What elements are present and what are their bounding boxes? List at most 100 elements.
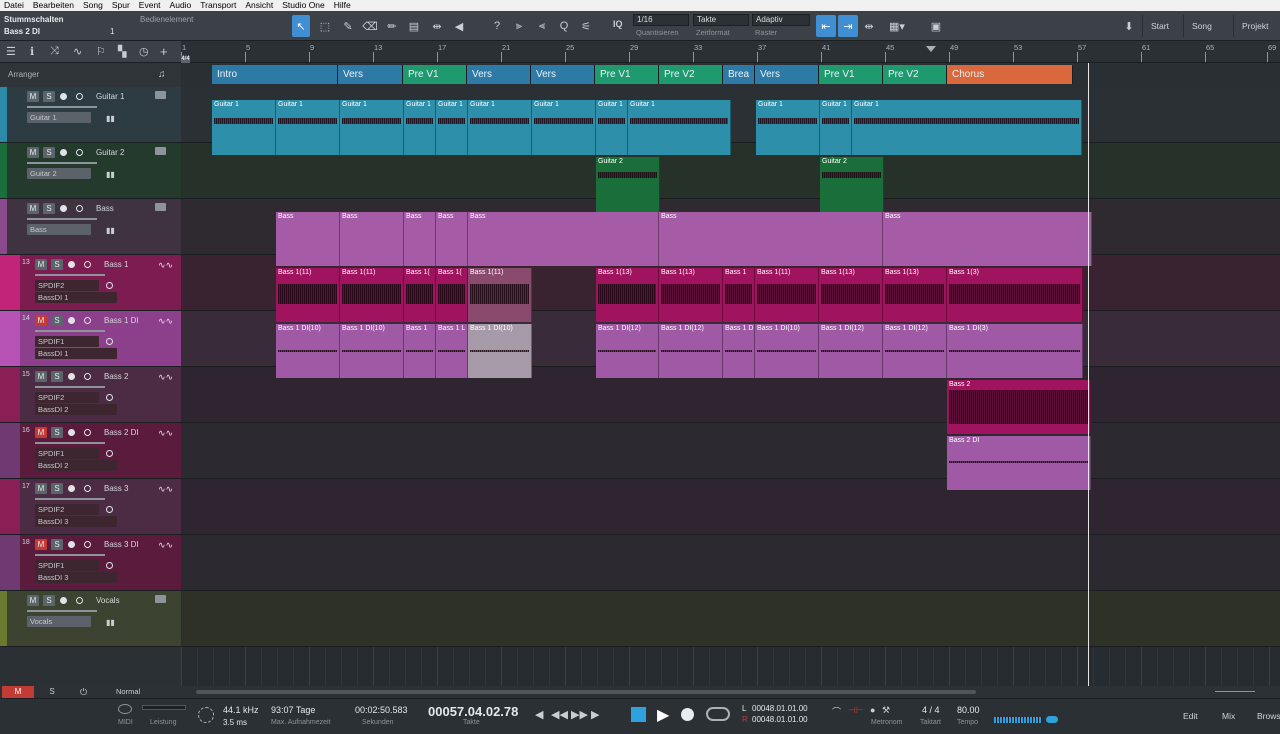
view-mix-button[interactable]: Mix bbox=[1222, 711, 1235, 721]
output-select[interactable]: BassDI 3 bbox=[35, 516, 117, 527]
solo-button[interactable]: S bbox=[51, 539, 63, 550]
paint-tool-icon[interactable]: ✏ bbox=[383, 15, 401, 37]
tempo-icon[interactable]: ◷ bbox=[139, 45, 149, 58]
audio-event[interactable]: Bass 1 DI(12) bbox=[883, 324, 947, 378]
time-bars[interactable]: 00057.04.02.78 bbox=[428, 704, 518, 719]
audio-event[interactable]: Bass bbox=[883, 212, 1092, 266]
input-select[interactable]: SPDIF1 bbox=[35, 560, 99, 571]
record-arm-icon[interactable] bbox=[68, 429, 75, 436]
arranger-section[interactable]: Pre V2 bbox=[883, 65, 947, 84]
eraser-tool-icon[interactable]: ⌫ bbox=[361, 15, 379, 37]
track-header[interactable]: M S Guitar 2 Guitar 2 ▮▮ bbox=[0, 143, 181, 199]
audio-event[interactable]: Guitar 1 bbox=[628, 100, 731, 155]
list-icon[interactable]: ☰ bbox=[6, 45, 16, 58]
folder-icon[interactable] bbox=[155, 203, 166, 211]
output-select[interactable]: BassDI 3 bbox=[35, 572, 117, 583]
bend-tool-icon[interactable]: ⇹ bbox=[428, 15, 446, 37]
input-select[interactable]: Guitar 1 bbox=[27, 112, 91, 123]
audio-event[interactable]: Bass 1 DI(12) bbox=[819, 324, 883, 378]
audio-event[interactable]: Guitar 2 bbox=[596, 157, 660, 212]
audio-event[interactable]: Bass 1 L bbox=[436, 324, 468, 378]
audio-event[interactable]: Bass bbox=[436, 212, 468, 266]
monitor-icon[interactable] bbox=[84, 373, 91, 380]
input-monitor-icon[interactable] bbox=[106, 562, 113, 569]
metronome-icon[interactable]: ● bbox=[870, 705, 875, 715]
track-header[interactable]: M S Vocals Vocals ▮▮ bbox=[0, 591, 181, 647]
audio-event[interactable]: Guitar 1 bbox=[820, 100, 852, 155]
timeline-ruler[interactable]: 1 5 9 13 17 21 25 29 33 37 41 45 49 53 57 61 65 69 bbox=[181, 41, 1280, 63]
audio-event[interactable]: Bass 1(3) bbox=[947, 268, 1083, 322]
sync-icon[interactable] bbox=[198, 707, 214, 723]
volume-fader[interactable] bbox=[35, 498, 105, 500]
monitor-icon[interactable] bbox=[84, 541, 91, 548]
audio-event[interactable]: Bass bbox=[276, 212, 340, 266]
track-name[interactable]: Bass 1 bbox=[104, 260, 128, 269]
arranger-section[interactable]: Pre V1 bbox=[595, 65, 659, 84]
mute-button[interactable]: M bbox=[35, 427, 47, 438]
audio-event[interactable]: Bass 1( bbox=[436, 268, 468, 322]
record-arm-icon[interactable] bbox=[68, 373, 75, 380]
tab-projekt[interactable]: Projekt bbox=[1233, 15, 1276, 37]
mute-button[interactable]: M bbox=[35, 371, 47, 382]
solo-button[interactable]: S bbox=[51, 259, 63, 270]
audio-event[interactable]: Bass 1(13) bbox=[819, 268, 883, 322]
snap-grid-icon[interactable]: ⇥ bbox=[838, 15, 858, 37]
arranger-section[interactable]: Intro bbox=[212, 65, 338, 84]
track-name[interactable]: Bass 2 DI bbox=[104, 428, 139, 437]
tab-start[interactable]: Start bbox=[1142, 15, 1177, 37]
waveform-icon[interactable]: ∿∿ bbox=[158, 540, 173, 551]
audio-event[interactable]: Guitar 1 bbox=[468, 100, 532, 155]
record-arm-icon[interactable] bbox=[68, 485, 75, 492]
go-to-end-icon[interactable]: ▶ bbox=[591, 708, 599, 721]
track-header[interactable]: 17 M S Bass 3 ∿∿ SPDIF2 BassDI 3 bbox=[0, 479, 181, 535]
zoom-icon[interactable]: Q bbox=[555, 15, 573, 37]
play-button[interactable]: ▶ bbox=[657, 705, 669, 725]
mute-button[interactable]: M bbox=[27, 147, 39, 158]
audio-event[interactable]: Bass 1 DI(10) bbox=[340, 324, 404, 378]
download-icon[interactable]: ⬇ bbox=[1120, 15, 1138, 37]
stop-button[interactable] bbox=[631, 707, 646, 722]
record-arm-icon[interactable] bbox=[60, 205, 67, 212]
volume-fader[interactable] bbox=[27, 162, 97, 164]
time-signature[interactable]: 4 / 4 bbox=[922, 705, 940, 715]
audio-event[interactable]: Bass 1(11) bbox=[468, 268, 532, 322]
arranger-section[interactable]: Vers bbox=[531, 65, 595, 84]
record-arm-icon[interactable] bbox=[60, 149, 67, 156]
audio-event[interactable]: Bass 1 DI(3) bbox=[947, 324, 1083, 378]
solo-button[interactable]: S bbox=[51, 315, 63, 326]
arranger-section[interactable]: Pre V2 bbox=[659, 65, 723, 84]
chord-icon[interactable]: ▚ bbox=[118, 45, 126, 58]
record-arm-icon[interactable] bbox=[68, 317, 75, 324]
track-name[interactable]: Guitar 2 bbox=[96, 148, 124, 157]
marker-icon[interactable]: ⚐ bbox=[96, 45, 106, 58]
track-name[interactable]: Vocals bbox=[96, 596, 120, 605]
volume-fader[interactable] bbox=[35, 274, 105, 276]
iq-label[interactable]: IQ bbox=[613, 19, 623, 29]
audio-event[interactable]: Bass 1 DI(10) bbox=[468, 324, 532, 378]
layout-icon[interactable]: ▦▾ bbox=[884, 15, 910, 37]
view-browse-button[interactable]: Browse bbox=[1257, 711, 1280, 721]
precount-icon[interactable]: ⌒ bbox=[832, 705, 841, 718]
rewind-icon[interactable]: ◀◀ bbox=[551, 708, 568, 721]
menu-item[interactable]: Transport bbox=[200, 0, 236, 11]
audio-event[interactable]: Bass bbox=[468, 212, 659, 266]
track-lane[interactable] bbox=[181, 535, 1280, 591]
volume-fader[interactable] bbox=[35, 386, 105, 388]
monitor-icon[interactable] bbox=[76, 205, 83, 212]
input-monitor-icon[interactable] bbox=[106, 282, 113, 289]
track-header[interactable]: M S Bass Bass ▮▮ bbox=[0, 199, 181, 255]
solo-button[interactable]: S bbox=[43, 91, 55, 102]
automation-icon[interactable]: ⤨ bbox=[50, 45, 59, 58]
input-select[interactable]: Guitar 2 bbox=[27, 168, 91, 179]
record-arm-icon[interactable] bbox=[60, 93, 67, 100]
folder-icon[interactable] bbox=[155, 147, 166, 155]
input-select[interactable]: SPDIF2 bbox=[35, 504, 99, 515]
track-lanes[interactable]: Guitar 1 Guitar 1 Guitar 1 Guitar 1 Guitar 1… bbox=[181, 87, 1280, 686]
solo-button[interactable]: S bbox=[43, 203, 55, 214]
audio-event[interactable]: Bass 1(11) bbox=[340, 268, 404, 322]
audio-event[interactable]: Bass 1 DI(10) bbox=[276, 324, 340, 378]
audio-event[interactable]: Bass 1( bbox=[404, 268, 436, 322]
input-monitor-icon[interactable] bbox=[106, 338, 113, 345]
solo-button[interactable]: S bbox=[43, 595, 55, 606]
output-select[interactable]: BassDI 2 bbox=[35, 404, 117, 415]
